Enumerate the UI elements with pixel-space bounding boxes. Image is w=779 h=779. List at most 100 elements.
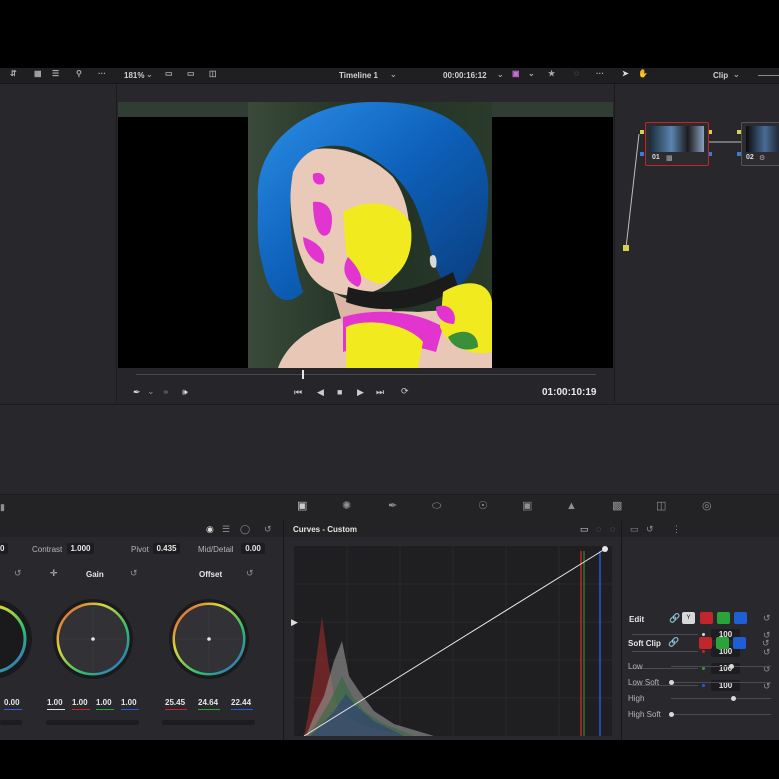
more-options-icon[interactable]: ···	[98, 69, 106, 78]
pointer-tool-icon[interactable]: ➤	[622, 69, 629, 78]
softclip-slider-track[interactable]	[671, 698, 771, 699]
zoom-dropdown-icon[interactable]: ⌄	[146, 70, 153, 79]
softclip-slider-handle[interactable]	[669, 712, 674, 717]
grid-view-icon[interactable]: ▦	[34, 69, 42, 78]
gain-picker-icon[interactable]: ✛	[50, 569, 58, 578]
softclip-slider-track[interactable]	[671, 666, 771, 667]
channel-g-button[interactable]	[717, 612, 730, 624]
edit-reset-icon[interactable]: ↺	[763, 614, 771, 623]
channel-r-button[interactable]	[700, 612, 713, 624]
sort-icon[interactable]: ⇵	[10, 69, 17, 78]
timeline-name[interactable]: Timeline 1	[339, 71, 378, 80]
viewer-mode-wipe-icon[interactable]: ◫	[209, 69, 217, 78]
gain-reset-icon[interactable]: ↺	[130, 569, 138, 578]
node-02[interactable]: 02 ⚙	[741, 122, 779, 166]
gallery-still-icon[interactable]: ★	[548, 69, 555, 78]
last-frame-icon[interactable]: ⏭	[376, 388, 384, 397]
softclip-link-icon[interactable]: 🔗	[668, 638, 679, 647]
highlight-dropdown-icon[interactable]: ⌄	[528, 69, 535, 78]
transport-bar: ✒ ⌄ ⚭ 🕪 ⏮ ◀ ■ ▶ ⏭ ⟳ 01:00:10:19	[118, 368, 613, 404]
scrubber-track[interactable]	[136, 374, 596, 375]
curves-edit-reset-icon[interactable]: ↺	[646, 525, 654, 534]
key-icon[interactable]: ▩	[612, 501, 622, 512]
link-icon[interactable]: ⚭	[162, 388, 170, 397]
playhead[interactable]	[301, 370, 304, 379]
softclip-g-button[interactable]	[716, 637, 729, 649]
palette-left-icon[interactable]: ▮	[0, 503, 5, 512]
picker-dropdown-icon[interactable]: ⌄	[147, 387, 155, 396]
pivot-label: Pivot	[131, 545, 149, 554]
bars-mode-icon[interactable]: ☰	[222, 525, 230, 534]
softclip-r-button[interactable]	[699, 637, 712, 649]
lift-reset-icon[interactable]: ↺	[14, 569, 22, 578]
offset-value-g[interactable]: 24.64	[198, 698, 218, 707]
unmix-icon[interactable]: ◌	[574, 69, 579, 78]
offset-value-b[interactable]: 22.44	[231, 698, 251, 707]
log-mode-icon[interactable]: ◯	[240, 525, 250, 534]
tracker-icon[interactable]: ☉	[478, 501, 488, 512]
lift-value-blue[interactable]: 0.00	[4, 698, 20, 707]
offset-value-r[interactable]: 25.45	[165, 698, 185, 707]
channel-y-button[interactable]: Y	[682, 612, 695, 624]
gain-value-b[interactable]: 1.00	[121, 698, 137, 707]
window-icon[interactable]: ⬭	[432, 501, 441, 512]
list-view-icon[interactable]: ☰	[52, 69, 59, 78]
softclip-slider-handle[interactable]	[731, 696, 736, 701]
magic-mask-icon[interactable]: ▣	[522, 501, 532, 512]
curves-start-point-icon[interactable]: ▶	[291, 618, 298, 627]
reset-all-icon[interactable]: ↺	[264, 525, 272, 534]
softclip-reset-icon[interactable]: ↺	[762, 639, 770, 648]
viewer-mode-single-icon[interactable]: ▭	[165, 69, 173, 78]
edit-menu-icon[interactable]: ⋮	[672, 525, 681, 534]
highlight-mode-icon[interactable]: ▣	[512, 69, 520, 78]
curves-mode-icon[interactable]: ▭	[580, 525, 589, 534]
offset-reset-icon[interactable]: ↺	[246, 569, 254, 578]
middetail-value[interactable]: 0.00	[241, 543, 265, 554]
hand-tool-icon[interactable]: ✋	[638, 69, 648, 78]
gain-value-g[interactable]: 1.00	[96, 698, 112, 707]
gain-value-y[interactable]: 1.00	[47, 698, 63, 707]
loop-icon[interactable]: ⟳	[401, 387, 409, 396]
timeline-dropdown-icon[interactable]: ⌄	[390, 70, 397, 79]
curves-palette-icon[interactable]: ▣	[297, 501, 307, 512]
softclip-b-button[interactable]	[733, 637, 746, 649]
node-01[interactable]: 01 ▩	[645, 122, 709, 166]
channel-b-button[interactable]	[734, 612, 747, 624]
pivot-value[interactable]: 0.435	[153, 543, 180, 554]
blur-icon[interactable]: ▲	[566, 501, 577, 512]
search-icon[interactable]: ⚲	[76, 69, 82, 78]
stop-icon[interactable]: ■	[337, 388, 342, 397]
softclip-slider-handle[interactable]	[669, 680, 674, 685]
viewer-more-icon[interactable]: ···	[596, 69, 604, 78]
curves-edit-more-icon[interactable]: ▭	[630, 525, 639, 534]
channel-link-icon[interactable]: 🔗	[669, 614, 680, 623]
left-adjust-value[interactable]: 0	[0, 543, 8, 554]
softclip-slider-track[interactable]	[671, 714, 771, 715]
viewer-mode-split-icon[interactable]: ▭	[187, 69, 195, 78]
curves-graph[interactable]	[294, 546, 614, 736]
reverse-play-icon[interactable]: ◀	[317, 388, 324, 397]
contrast-value[interactable]: 1.000	[67, 543, 94, 554]
curves-huevshue-icon[interactable]: ◌	[596, 525, 601, 534]
timecode-dropdown-icon[interactable]: ⌄	[497, 70, 504, 79]
zoom-level[interactable]: 181%	[124, 71, 144, 80]
audio-icon[interactable]: 🕪	[182, 388, 188, 397]
color-warper-icon[interactable]: ✺	[342, 501, 351, 512]
color-picker-icon[interactable]: ✒	[133, 388, 141, 397]
qualifier-icon[interactable]: ✒	[388, 501, 397, 512]
gain-master-wheel[interactable]	[46, 720, 139, 725]
curves-huevsat-icon[interactable]: ◌	[610, 525, 615, 534]
sizing-icon[interactable]: ◫	[656, 501, 666, 512]
node-mode-dropdown-icon[interactable]: ⌄	[733, 70, 740, 79]
3d-icon[interactable]: ◎	[702, 501, 712, 512]
softclip-slider-handle[interactable]	[729, 664, 734, 669]
node-mode-label[interactable]: Clip	[713, 71, 728, 80]
gain-value-r[interactable]: 1.00	[72, 698, 88, 707]
node-zoom-slider[interactable]	[758, 75, 779, 76]
softclip-slider-track[interactable]	[671, 682, 771, 683]
play-icon[interactable]: ▶	[357, 388, 364, 397]
first-frame-icon[interactable]: ⏮	[294, 388, 302, 397]
offset-master-wheel[interactable]	[162, 720, 255, 725]
wheels-mode-icon[interactable]: ◉	[206, 525, 214, 534]
lift-master-wheel[interactable]	[0, 720, 22, 725]
